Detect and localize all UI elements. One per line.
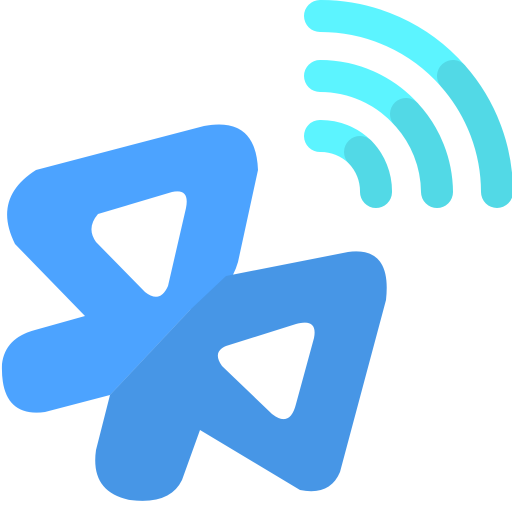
signal-waves-icon xyxy=(304,0,512,208)
icon-canvas xyxy=(0,0,512,512)
bluetooth-signal-icon xyxy=(1,0,512,501)
bluetooth-icon xyxy=(1,124,387,501)
signal-arc-outer-end xyxy=(437,60,512,208)
signal-arc-middle-end xyxy=(390,98,453,208)
signal-arc-inner-end xyxy=(344,136,392,208)
